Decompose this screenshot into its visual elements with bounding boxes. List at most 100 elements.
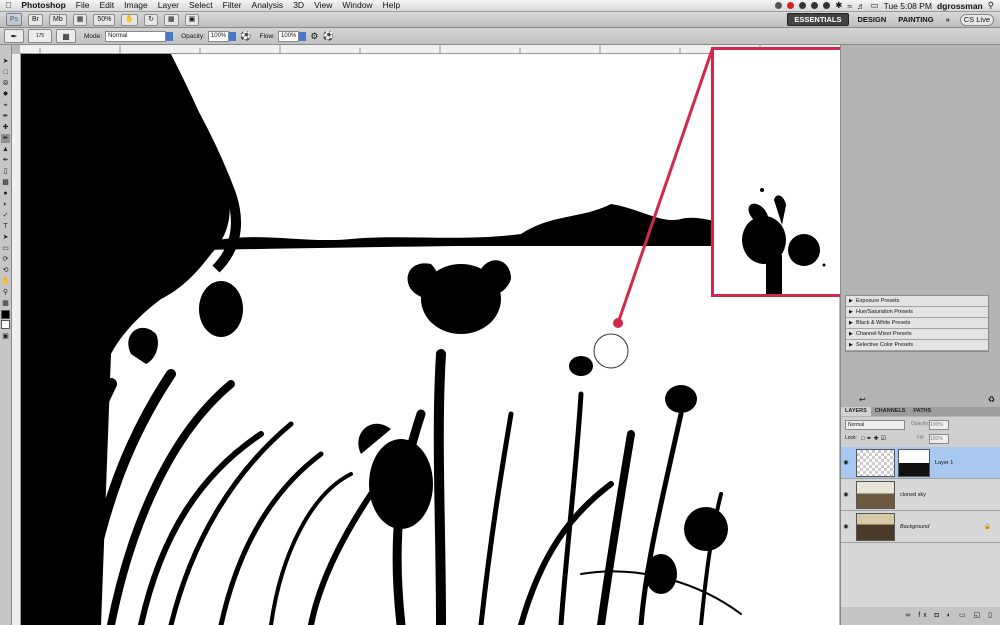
tray-icon[interactable]	[775, 2, 783, 9]
vertical-ruler[interactable]	[12, 54, 21, 625]
zoom-tool-icon[interactable]: ⚲	[1, 288, 10, 297]
lock-icons[interactable]: □✒✚☑	[861, 435, 888, 442]
layers-footer-buttons[interactable]: ∞ fx ◘ ◐ ▭ ◱ ▯	[841, 607, 1000, 625]
gradient-tool-icon[interactable]: ▩	[1, 178, 10, 187]
menu-select[interactable]: Select	[184, 0, 218, 11]
visibility-eye-icon[interactable]: ◉	[841, 523, 851, 530]
clone-stamp-tool-icon[interactable]: ▲	[1, 145, 10, 154]
healing-tool-icon[interactable]: ✚	[1, 123, 10, 132]
wifi-icon[interactable]: ≈	[847, 1, 852, 11]
blur-tool-icon[interactable]: ●	[1, 189, 10, 198]
brush-size-picker[interactable]: 175	[28, 29, 52, 43]
menu-edit[interactable]: Edit	[94, 0, 119, 11]
dodge-tool-icon[interactable]: ◐	[1, 200, 10, 209]
volume-icon[interactable]: ♬	[857, 1, 866, 11]
apple-menu-icon[interactable]: 	[0, 0, 16, 11]
background-color-swatch[interactable]	[1, 320, 10, 329]
flow-field[interactable]: 100%	[278, 30, 300, 42]
tab-layers[interactable]: LAYERS	[841, 407, 871, 416]
launch-mini-bridge-button[interactable]: Mb	[49, 13, 67, 26]
rotate-view-button[interactable]: ↻	[144, 13, 158, 26]
layer-opacity-field[interactable]: 100%	[929, 420, 949, 430]
preset-selective-color[interactable]: Selective Color Presets	[846, 340, 988, 351]
preset-hue-saturation[interactable]: Hue/Saturation Presets	[846, 307, 988, 318]
history-brush-tool-icon[interactable]: ✒	[1, 156, 10, 165]
quick-mask-icon[interactable]: ▣	[1, 332, 10, 341]
visibility-eye-icon[interactable]: ◉	[841, 459, 851, 466]
pressure-opacity-icon[interactable]: ⚽	[240, 31, 251, 42]
adobe-tray-icon[interactable]	[787, 2, 795, 9]
launch-bridge-button[interactable]: Br	[28, 13, 43, 26]
blend-mode-select[interactable]: Normal	[845, 420, 905, 430]
shape-tool-icon[interactable]: ▭	[1, 244, 10, 253]
view-extras-button[interactable]: ▦	[72, 13, 88, 26]
menu-view[interactable]: View	[309, 0, 337, 11]
default-colors-icon[interactable]: ▦	[1, 299, 10, 308]
mode-select[interactable]: Normal	[105, 30, 167, 42]
quick-select-tool-icon[interactable]: ✸	[1, 90, 10, 99]
adjustments-footer-icon[interactable]: ↩	[859, 395, 866, 404]
foreground-color-swatch[interactable]	[1, 310, 10, 319]
tools-panel: ➤ □ ⦾ ✸ ⌖ ✒ ✚ ✒ ▲ ✒ ▯ ▩ ● ◐ ✓ T ➤ ▭ ⟳ ⟲ …	[0, 45, 12, 625]
3d-orbit-tool-icon[interactable]: ⟲	[1, 266, 10, 275]
pen-tool-icon[interactable]: ✓	[1, 211, 10, 220]
brush-tool-icon[interactable]: ✒	[1, 134, 10, 143]
path-select-tool-icon[interactable]: ➤	[1, 233, 10, 242]
workspace-painting[interactable]: PAINTING	[892, 12, 939, 27]
tool-preset-picker[interactable]: ✒	[4, 29, 24, 43]
menu-user[interactable]: dgrossman	[937, 1, 983, 11]
menu-clock[interactable]: Tue 5:08 PM	[884, 1, 932, 11]
layer-name: cloned sky	[900, 491, 926, 498]
arrange-documents-button[interactable]: ▦	[163, 13, 179, 26]
hand-tool-button[interactable]: ✋	[121, 13, 139, 26]
move-tool-icon[interactable]: ➤	[1, 57, 10, 66]
workspace-design[interactable]: DESIGN	[852, 12, 893, 27]
sync-tray-icon[interactable]	[799, 2, 807, 9]
menu-file[interactable]: File	[71, 0, 95, 11]
cs-live-button[interactable]: CS Live	[959, 13, 994, 26]
menu-window[interactable]: Window	[337, 0, 377, 11]
tab-paths[interactable]: PATHS	[909, 407, 935, 416]
battery-icon[interactable]: ▭	[871, 0, 879, 11]
visibility-eye-icon[interactable]: ◉	[841, 491, 851, 498]
mode-dropdown-arrow[interactable]	[166, 31, 174, 41]
airbrush-icon[interactable]: ⚙	[310, 31, 318, 42]
eyedropper-tool-icon[interactable]: ✒	[1, 112, 10, 121]
preset-channel-mixer[interactable]: Channel Mixer Presets	[846, 329, 988, 340]
preset-exposure[interactable]: Exposure Presets	[846, 296, 988, 307]
screen-mode-button[interactable]: ▣	[184, 13, 200, 26]
fill-field[interactable]: 100%	[929, 434, 949, 444]
clock-tray-icon[interactable]	[823, 2, 831, 9]
crop-tool-icon[interactable]: ⌖	[1, 101, 10, 110]
tab-channels[interactable]: CHANNELS	[871, 407, 910, 416]
pressure-size-icon[interactable]: ⚽	[322, 31, 333, 42]
menu-filter[interactable]: Filter	[218, 0, 247, 11]
opacity-slider-button[interactable]	[229, 31, 237, 41]
layer-row-background[interactable]: ◉ Background 🔒	[841, 511, 1000, 543]
menu-image[interactable]: Image	[119, 0, 153, 11]
type-tool-icon[interactable]: T	[1, 222, 10, 231]
menu-app-name[interactable]: Photoshop	[16, 0, 70, 11]
time-machine-icon[interactable]	[811, 2, 819, 9]
hand-tool-icon[interactable]: ✋	[1, 277, 10, 286]
lasso-tool-icon[interactable]: ⦾	[1, 79, 10, 88]
adjustments-trash-icon[interactable]: ♻	[988, 395, 995, 404]
layer-row-cloned-sky[interactable]: ◉ cloned sky	[841, 479, 1000, 511]
marquee-tool-icon[interactable]: □	[1, 68, 10, 77]
workspace-essentials[interactable]: ESSENTIALS	[787, 13, 849, 26]
layer-row-layer-1[interactable]: ◉ Layer 1	[841, 447, 1000, 479]
menu-layer[interactable]: Layer	[153, 0, 184, 11]
spotlight-icon[interactable]: ⚲	[988, 0, 994, 11]
menu-3d[interactable]: 3D	[288, 0, 309, 11]
eraser-tool-icon[interactable]: ▯	[1, 167, 10, 176]
flow-slider-button[interactable]	[299, 31, 307, 41]
3d-rotate-tool-icon[interactable]: ⟳	[1, 255, 10, 264]
menu-help[interactable]: Help	[378, 0, 405, 11]
opacity-field[interactable]: 100%	[207, 30, 230, 42]
zoom-level-dropdown[interactable]: 50%	[93, 13, 116, 26]
preset-black-white[interactable]: Black & White Presets	[846, 318, 988, 329]
brush-panel-toggle[interactable]: ▦	[56, 29, 76, 43]
bluetooth-icon[interactable]: ✱	[835, 0, 842, 11]
workspace-more-button[interactable]: »	[940, 12, 956, 27]
menu-analysis[interactable]: Analysis	[247, 0, 289, 11]
